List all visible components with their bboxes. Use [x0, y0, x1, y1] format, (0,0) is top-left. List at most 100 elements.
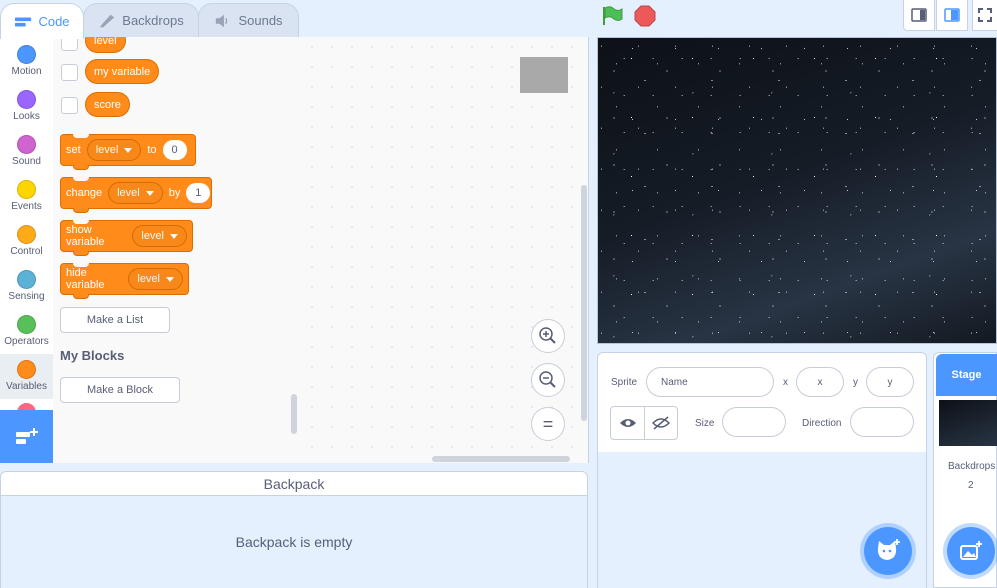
category-label: Sound [12, 156, 41, 167]
backdrops-count: 2 [968, 480, 974, 491]
looks-dot-icon [17, 90, 36, 109]
dropdown-arrow-icon [170, 233, 178, 239]
tab-code-label: Code [38, 14, 70, 29]
workspace-horizontal-scrollbar[interactable] [432, 456, 570, 462]
dropdown-label: level [137, 273, 160, 285]
score-reporter[interactable]: score [85, 92, 130, 117]
palette-scrollbar[interactable] [291, 394, 297, 434]
category-label: Looks [13, 111, 40, 122]
category-variables[interactable]: Variables [0, 354, 53, 399]
level-checkbox[interactable] [61, 37, 78, 51]
fullscreen-icon [978, 8, 992, 22]
make-block-button[interactable]: Make a Block [60, 377, 180, 403]
category-label: Operators [4, 336, 49, 347]
green-flag-button[interactable] [600, 4, 624, 28]
block-label: by [168, 187, 181, 199]
change-variable-block[interactable]: change level by 1 [60, 177, 212, 213]
paintbrush-icon [100, 14, 115, 27]
variable-dropdown[interactable]: level [132, 225, 187, 247]
stage-selector-header[interactable]: Stage [936, 354, 997, 396]
dropdown-arrow-icon [145, 190, 154, 196]
backpack-header[interactable]: Backpack [0, 471, 588, 496]
green-flag-icon [603, 6, 623, 25]
category-control[interactable]: Control [0, 219, 53, 264]
my-variable-checkbox[interactable] [61, 64, 78, 81]
direction-label: Direction [802, 418, 842, 429]
small-stage-button[interactable] [903, 0, 935, 31]
category-menu: Motion Looks Sound Events Control Sensin… [0, 37, 54, 463]
block-label: hide variable [66, 267, 105, 291]
category-label: Control [10, 246, 43, 257]
category-sound[interactable]: Sound [0, 129, 53, 174]
category-motion[interactable]: Motion [0, 39, 53, 84]
show-sprite-button[interactable] [610, 406, 645, 440]
x-input[interactable]: x [796, 367, 844, 397]
backdrops-label: Backdrops [948, 461, 996, 472]
tab-backdrops-label: Backdrops [122, 13, 184, 28]
add-extension-button[interactable] [0, 410, 53, 463]
tab-sounds[interactable]: Sounds [198, 3, 299, 37]
backpack-empty-message: Backpack is empty [0, 496, 588, 588]
image-plus-icon [960, 541, 982, 560]
sprite-name-input[interactable]: Name [646, 367, 774, 397]
make-list-button[interactable]: Make a List [60, 307, 170, 333]
value-input[interactable]: 0 [162, 140, 187, 160]
value-input[interactable]: 1 [186, 183, 211, 203]
events-dot-icon [17, 180, 36, 199]
block-label: change [66, 187, 103, 199]
category-operators[interactable]: Operators [0, 309, 53, 354]
my-variable-reporter[interactable]: my variable [85, 59, 160, 84]
tab-sounds-label: Sounds [238, 13, 283, 28]
set-variable-block[interactable]: set level to 0 [60, 134, 196, 170]
workspace-vertical-scrollbar[interactable] [581, 185, 587, 421]
variable-dropdown[interactable]: level [108, 182, 163, 204]
category-label: Events [11, 201, 42, 212]
stop-button[interactable] [633, 4, 657, 28]
category-label: Sensing [8, 291, 45, 302]
block-label: show variable [66, 224, 105, 248]
large-stage-button[interactable] [936, 0, 968, 31]
level-reporter[interactable]: level [85, 37, 126, 53]
add-backdrop-button[interactable] [947, 527, 995, 575]
hide-variable-block[interactable]: hide variable level [60, 263, 189, 299]
speaker-icon [216, 14, 228, 27]
direction-input[interactable] [850, 407, 914, 437]
stage-canvas[interactable] [597, 37, 997, 344]
category-events[interactable]: Events [0, 174, 53, 219]
reporter-label: my variable [94, 65, 151, 78]
show-variable-block[interactable]: show variable level [60, 220, 193, 256]
variables-dot-icon [17, 360, 36, 379]
variable-dropdown[interactable]: level [86, 139, 142, 161]
control-dot-icon [17, 225, 36, 244]
tab-code[interactable]: Code [0, 3, 84, 39]
x-label: x [783, 377, 788, 388]
category-label: Motion [11, 66, 42, 77]
code-workspace[interactable] [302, 37, 589, 463]
operators-dot-icon [17, 315, 36, 334]
block-palette: level my variable score set level to 0 c… [53, 37, 303, 463]
y-input[interactable]: y [866, 367, 914, 397]
zoom-out-button[interactable] [531, 363, 565, 397]
category-looks[interactable]: Looks [0, 84, 53, 129]
category-sensing[interactable]: Sensing [0, 264, 53, 309]
sound-dot-icon [17, 135, 36, 154]
size-input[interactable] [722, 407, 786, 437]
cat-plus-icon [877, 539, 900, 560]
add-sprite-button[interactable] [864, 527, 912, 575]
hide-sprite-button[interactable] [644, 406, 678, 440]
zoom-reset-button[interactable]: = [531, 407, 565, 441]
variable-dropdown[interactable]: level [128, 268, 183, 290]
add-extension-icon [15, 427, 38, 444]
y-label: y [853, 377, 858, 388]
zoom-in-icon [539, 327, 556, 344]
reporter-label: score [94, 98, 121, 111]
block-label: to [147, 144, 157, 156]
score-checkbox[interactable] [61, 97, 78, 114]
stage-thumbnail[interactable] [939, 400, 997, 446]
small-stage-icon [911, 8, 927, 22]
zoom-in-button[interactable] [531, 319, 565, 353]
dropdown-label: level [117, 187, 140, 199]
dropdown-arrow-icon [166, 276, 174, 282]
fullscreen-button[interactable] [972, 0, 997, 31]
tab-backdrops[interactable]: Backdrops [83, 3, 199, 37]
